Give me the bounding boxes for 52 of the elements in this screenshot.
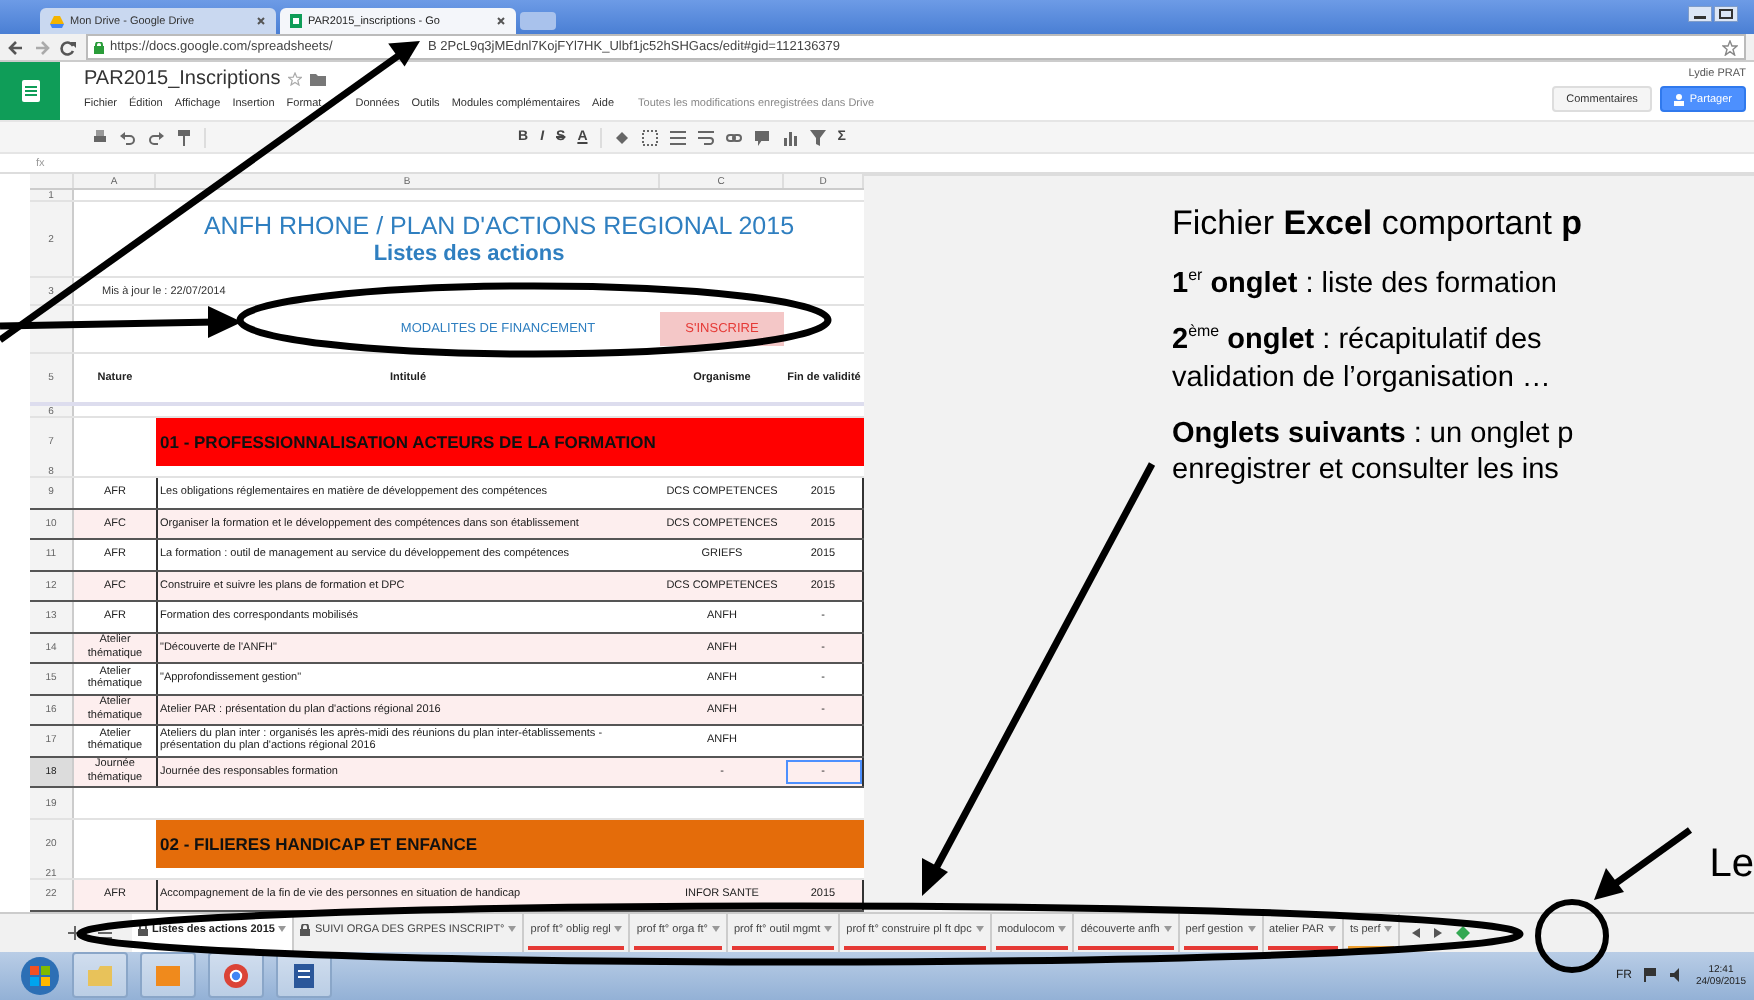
caret-icon[interactable]	[278, 926, 287, 933]
highlight-circle	[1535, 899, 1609, 973]
scroll-left-icon[interactable]	[1412, 927, 1421, 938]
scroll-right-icon[interactable]	[1434, 927, 1443, 938]
annotation-text: Le	[1709, 842, 1754, 888]
section-heading: 01 - PROFESSIONNALISATION ACTEURS DE LA FORMATION	[156, 418, 864, 466]
filter-icon[interactable]	[809, 129, 826, 145]
paint-format-icon[interactable]	[176, 129, 192, 145]
taskbar-app[interactable]	[208, 952, 264, 999]
align-icon[interactable]	[669, 129, 686, 145]
sheets-logo[interactable]	[0, 62, 60, 120]
close-icon[interactable]	[256, 16, 266, 26]
minimize-icon[interactable]	[1688, 6, 1712, 22]
speaker-icon[interactable]	[1669, 968, 1684, 983]
document-icon	[290, 961, 318, 990]
spreadsheet-icon	[21, 80, 39, 102]
section-heading: 02 - FILIERES HANDICAP ET ENFANCE	[156, 820, 864, 868]
undo-icon[interactable]	[120, 129, 136, 145]
restore-icon[interactable]	[1714, 6, 1738, 22]
annotation-text: Onglets suivants : un onglet p enregistrer et consulter les ins	[1172, 415, 1576, 491]
borders-icon[interactable]	[641, 129, 658, 145]
lock-icon	[94, 41, 104, 53]
explore-icon[interactable]	[1456, 925, 1471, 940]
callout-arrow	[1594, 827, 1693, 900]
taskbar-app[interactable]	[276, 952, 332, 999]
person-icon	[1673, 93, 1684, 105]
chart-icon[interactable]	[781, 129, 798, 145]
annotation-text: 1$^{er}$ onglet : liste des formation	[1172, 266, 1559, 304]
spreadsheet-icon	[290, 14, 302, 28]
add-sheet-icon[interactable]	[68, 925, 82, 940]
folder-icon	[86, 961, 114, 990]
star-icon[interactable]	[288, 72, 303, 86]
browser-icon	[222, 961, 250, 990]
wrap-icon[interactable]	[697, 129, 714, 145]
sheet-title: ANFH RHONE / PLAN D'ACTIONS REGIONAL 2015	[201, 212, 795, 240]
folder-icon[interactable]	[310, 73, 327, 85]
redo-icon[interactable]	[148, 129, 164, 145]
print-icon[interactable]	[92, 129, 108, 145]
star-icon[interactable]	[1722, 39, 1738, 55]
fill-color-icon[interactable]	[613, 129, 630, 145]
drive-icon	[50, 15, 64, 27]
flag-icon[interactable]	[1643, 968, 1658, 983]
close-icon[interactable]	[496, 16, 506, 26]
link-icon[interactable]	[725, 129, 742, 145]
reload-icon[interactable]	[60, 39, 76, 55]
start-orb-icon[interactable]	[20, 955, 60, 996]
document-title[interactable]: PAR2015_Inscriptions	[84, 68, 281, 90]
annotation-text: 2$^{ème}$ onglet : récapitulatif des validation de l’organisation …	[1172, 321, 1553, 398]
back-icon[interactable]	[8, 39, 24, 55]
comment-icon[interactable]	[753, 129, 770, 145]
sheet-subtitle: Listes des actions	[373, 242, 565, 266]
annotation-text: Fichier Excel comportant p	[1172, 204, 1585, 244]
